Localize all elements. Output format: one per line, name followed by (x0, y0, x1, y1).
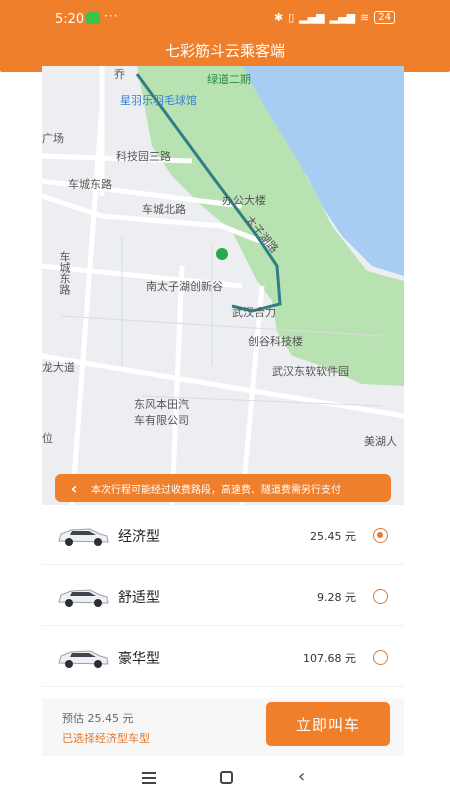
estimated-price: 预估 25.45 元 (62, 712, 134, 725)
menu-icon[interactable] (142, 772, 156, 784)
system-nav-bar: ‹ (0, 760, 450, 800)
order-bottom-bar: 预估 25.45 元 已选择经济型车型 立即叫车 (42, 698, 404, 756)
status-bar: 5:20 ··· ✱ ▯ ▂▄▆ ▂▄▆ ≋ 24 (0, 0, 450, 38)
car-option-economy[interactable]: 经济型 25.45 元 (42, 507, 404, 565)
map-label: 车城东路 (68, 178, 112, 191)
back-icon[interactable]: ‹ (298, 766, 305, 787)
car-type-name: 豪华型 (118, 650, 160, 667)
map-label: 龙大道 (42, 361, 75, 374)
map-label: 车城北路 (142, 203, 186, 216)
map-label: 武汉合力 (232, 306, 276, 319)
suv-car-icon (58, 527, 109, 546)
map-label: 绿道二期 (207, 73, 251, 86)
car-price: 107.68 元 (303, 651, 356, 665)
car-option-comfort[interactable]: 舒适型 9.28 元 (42, 568, 404, 626)
car-option-luxury[interactable]: 豪华型 107.68 元 (42, 629, 404, 687)
notice-text: 本次行程可能经过收费路段，高速费、隧道费需另行支付 (91, 484, 341, 496)
chevron-left-icon[interactable]: ‹ (65, 479, 83, 498)
map-label: 科技园三路 (116, 150, 171, 163)
toll-notice-banner: ‹ 本次行程可能经过收费路段，高速费、隧道费需另行支付 (55, 474, 391, 502)
radio-unselected[interactable] (373, 650, 388, 665)
signal-icon: ▂▄▆ (329, 11, 356, 24)
start-pin (216, 248, 228, 260)
map-label: 广场 (42, 132, 64, 145)
call-car-button[interactable]: 立即叫车 (266, 702, 390, 746)
bluetooth-icon: ✱ (273, 11, 284, 24)
map-label: 车有限公司 (134, 414, 189, 427)
map-label: 办公大楼 (222, 194, 266, 207)
map-label: 位 (42, 432, 53, 445)
page-title: 七彩筋斗云乘客端 (164, 42, 285, 60)
map-label: 武汉东软软件园 (272, 365, 349, 378)
signal-icon: ▂▄▆ (299, 11, 325, 24)
car-type-name: 经济型 (118, 528, 160, 545)
map-label: 创谷科技楼 (248, 335, 303, 348)
suv-car-icon (58, 649, 109, 668)
home-icon[interactable] (220, 771, 233, 784)
map-label: 乔 (114, 68, 125, 81)
vibrate-icon: ▯ (288, 11, 295, 24)
status-icons: ✱ ▯ ▂▄▆ ▂▄▆ ≋ 24 (274, 11, 395, 24)
wifi-icon: ≋ (360, 11, 370, 24)
battery-icon: 24 (374, 11, 395, 24)
map-label: 美湖人 (364, 435, 397, 448)
map-label: 南太子湖创新谷 (146, 280, 223, 293)
map-view[interactable]: 乔 绿道二期 星羽乐羽毛球馆 广场 科技园三路 车城东路 办公大楼 车城北路 太… (42, 66, 404, 506)
wechat-icon (86, 12, 100, 24)
car-type-list: 经济型 25.45 元 舒适型 9.28 元 豪华型 107.68 元 (42, 505, 404, 695)
car-price: 9.28 元 (317, 590, 356, 604)
selected-car-type: 已选择经济型车型 (62, 732, 150, 745)
map-label: 星羽乐羽毛球馆 (120, 94, 197, 107)
status-time: 5:20 (55, 12, 85, 27)
map-label: 车城东路 (58, 251, 71, 295)
map-canvas (42, 66, 404, 506)
suv-car-icon (58, 588, 109, 607)
map-label: 东风本田汽 (134, 398, 189, 411)
more-notifications-icon: ··· (104, 9, 119, 23)
car-price: 25.45 元 (310, 529, 356, 543)
radio-selected[interactable] (373, 528, 388, 543)
radio-unselected[interactable] (373, 589, 388, 604)
car-type-name: 舒适型 (118, 589, 160, 606)
